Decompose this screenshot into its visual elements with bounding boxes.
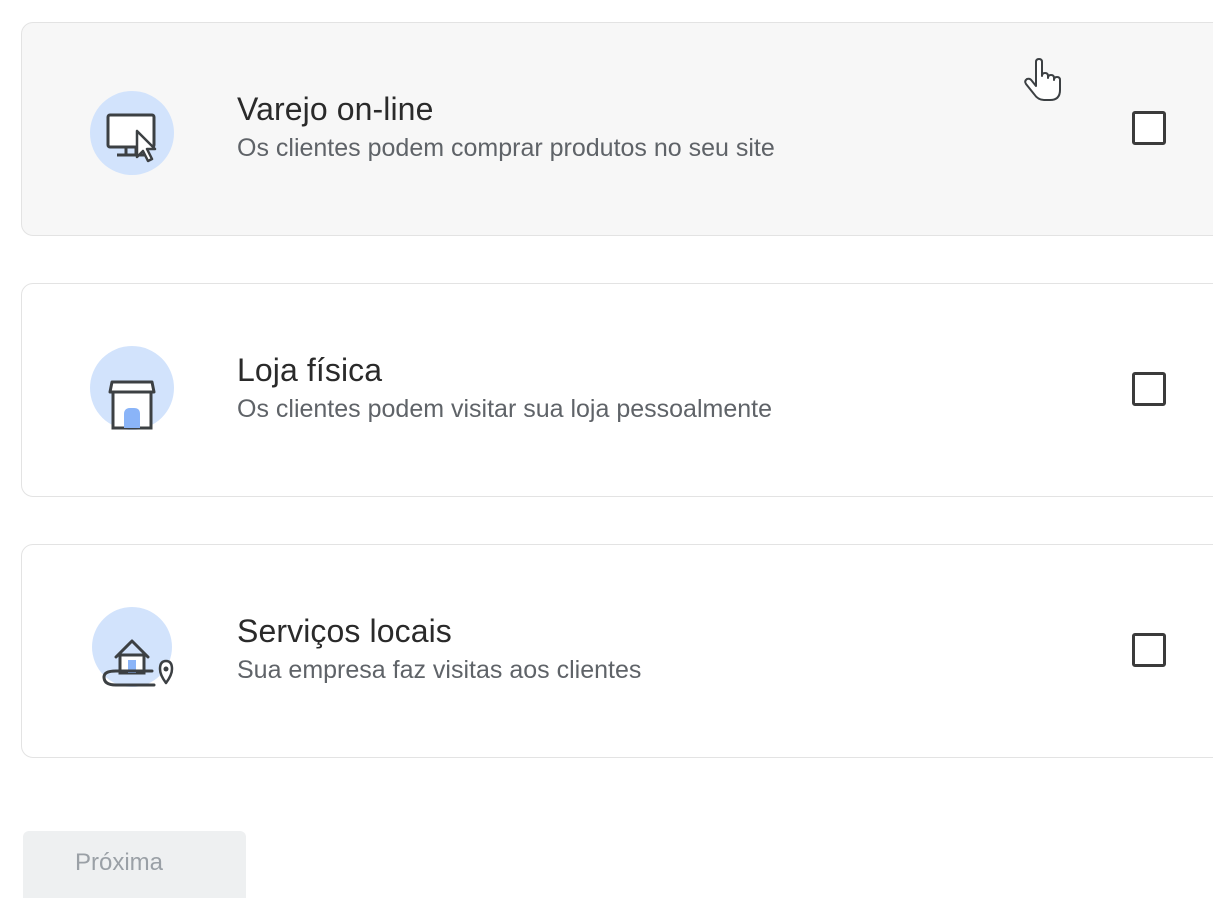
option-description: Os clientes podem comprar produtos no se… xyxy=(237,134,775,162)
option-card-physical-store[interactable]: Loja física Os clientes podem visitar su… xyxy=(21,283,1213,497)
option-description: Os clientes podem visitar sua loja pesso… xyxy=(237,395,772,423)
option-checkbox-physical-store[interactable] xyxy=(1132,372,1166,406)
option-checkbox-local-services[interactable] xyxy=(1132,633,1166,667)
option-text: Serviços locais Sua empresa faz visitas … xyxy=(237,611,641,687)
next-button[interactable]: Próxima xyxy=(23,831,246,898)
home-location-icon xyxy=(82,605,182,705)
monitor-cursor-icon xyxy=(82,83,182,183)
option-text: Loja física Os clientes podem visitar su… xyxy=(237,350,772,426)
option-checkbox-online-retail[interactable] xyxy=(1132,111,1166,145)
option-description: Sua empresa faz visitas aos clientes xyxy=(237,656,642,684)
option-text: Varejo on-line Os clientes podem comprar… xyxy=(237,89,775,165)
storefront-icon xyxy=(82,344,182,444)
business-type-page: Varejo on-line Os clientes podem comprar… xyxy=(0,0,1213,898)
option-title: Varejo on-line xyxy=(237,91,434,127)
option-card-local-services[interactable]: Serviços locais Sua empresa faz visitas … xyxy=(21,544,1213,758)
next-button-label: Próxima xyxy=(75,849,164,876)
option-title: Loja física xyxy=(237,352,383,388)
option-title: Serviços locais xyxy=(237,613,452,649)
option-card-online-retail[interactable]: Varejo on-line Os clientes podem comprar… xyxy=(21,22,1213,236)
